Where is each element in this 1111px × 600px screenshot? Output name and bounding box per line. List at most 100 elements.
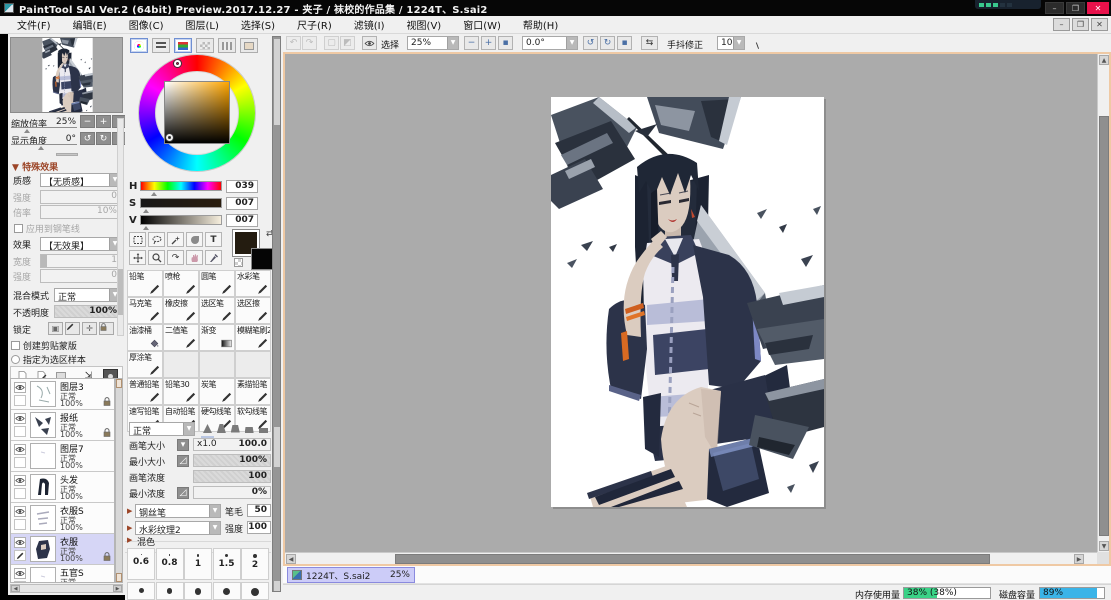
min-size-link-button[interactable]: ◿ <box>177 455 189 467</box>
deselect-button[interactable]: ▢ <box>324 36 339 50</box>
canvas-viewport[interactable] <box>285 54 1097 552</box>
h-slider[interactable] <box>140 181 222 191</box>
layer-visibility-toggle[interactable] <box>14 413 26 424</box>
size-preset[interactable] <box>127 582 155 600</box>
layer-row[interactable]: 五官S正常100% <box>11 565 114 582</box>
size-preset[interactable] <box>155 582 184 600</box>
menu-item[interactable]: 选择(S) <box>230 15 286 34</box>
layer-list-hscrollbar[interactable]: ◀ ▶ <box>10 584 123 593</box>
color-wheel-tab[interactable] <box>130 38 148 53</box>
brush-item[interactable]: 橡皮擦 <box>163 297 199 324</box>
brush-item[interactable]: 选区擦 <box>235 297 271 324</box>
layer-edit-indicator[interactable] <box>14 550 26 561</box>
nav-rotate-ccw-button[interactable]: ↺ <box>80 132 95 145</box>
brush-item[interactable]: 铅笔30 <box>163 378 199 405</box>
brush-item[interactable]: 水彩笔 <box>235 270 271 297</box>
scroll-down-button[interactable]: ▼ <box>1099 541 1109 551</box>
hand-tool[interactable] <box>186 250 203 265</box>
scroll-right-button[interactable]: ▶ <box>1074 554 1084 564</box>
effect-dropdown[interactable]: 【无效果】 ▼ <box>40 237 121 252</box>
scroll-up-button[interactable] <box>116 379 122 388</box>
layer-row[interactable]: 报纸 正常 100% <box>11 410 114 441</box>
size-preset[interactable]: 0.6 <box>127 548 155 580</box>
menu-item[interactable]: 图像(C) <box>118 15 175 34</box>
min-density-slider[interactable]: 0% <box>193 486 271 499</box>
canvas-vscrollbar[interactable]: ▲ ▼ <box>1097 54 1109 552</box>
brush-item[interactable]: 油漆桶 <box>127 324 163 351</box>
lock-move-button[interactable]: ✛ <box>82 322 97 335</box>
nav-angle-slider[interactable] <box>38 146 44 150</box>
layer-visibility-toggle[interactable] <box>14 382 26 393</box>
layer-visibility-toggle[interactable] <box>14 506 26 517</box>
brush-item[interactable]: 铅笔 <box>127 270 163 297</box>
brush-tip-dropdown[interactable]: 钢丝笔 ▼ <box>135 504 221 519</box>
opacity-slider[interactable]: 100% <box>54 305 121 318</box>
hue-marker[interactable] <box>174 60 181 67</box>
menu-item[interactable]: 滤镜(I) <box>343 15 396 34</box>
menu-item[interactable]: 视图(V) <box>396 15 453 34</box>
tip-param-value[interactable]: 50 <box>247 504 271 517</box>
view-rotate-cw-button[interactable]: ↻ <box>600 36 615 50</box>
transparent-color-swatch[interactable] <box>234 258 243 267</box>
doc-close-button[interactable]: ✕ <box>1091 18 1108 31</box>
mid-panel-scrollbar[interactable] <box>272 36 281 592</box>
size-preset[interactable]: 0.8 <box>155 548 184 580</box>
size-preset[interactable] <box>241 582 269 600</box>
view-angle-dropdown[interactable]: 0.0° ▼ <box>522 36 578 50</box>
s-slider[interactable] <box>140 198 222 208</box>
view-zoom-in-button[interactable]: + <box>481 36 496 50</box>
layer-edit-indicator[interactable] <box>14 488 26 499</box>
size-preset[interactable]: 1 <box>184 548 212 580</box>
min-density-link-button[interactable]: ◿ <box>177 487 189 499</box>
undo-button[interactable]: ↶ <box>286 36 301 50</box>
nav-zoom-slider[interactable] <box>24 129 30 133</box>
shape-tool[interactable] <box>186 232 203 247</box>
layer-row[interactable]: 头发 正常 100% <box>11 472 114 503</box>
panel-splitter[interactable] <box>56 153 78 156</box>
brush-item[interactable]: 选区笔 <box>199 297 235 324</box>
size-preset[interactable]: 1.5 <box>212 548 241 580</box>
color-bars-tab[interactable] <box>152 38 170 53</box>
layer-edit-indicator[interactable] <box>14 457 26 468</box>
zoom-tool[interactable] <box>148 250 165 265</box>
blend-mode-dropdown[interactable]: 正常 ▼ <box>54 288 121 303</box>
view-zoom-out-button[interactable]: − <box>464 36 479 50</box>
brush-item[interactable]: 模糊笔刷2 <box>235 324 271 351</box>
brush-size-slider[interactable]: x1.0 100.0 <box>193 438 271 451</box>
layer-visibility-toggle[interactable] <box>14 568 26 579</box>
close-button[interactable]: ✕ <box>1087 2 1109 14</box>
brush-item[interactable]: 二值笔 <box>163 324 199 351</box>
layer-visibility-toggle[interactable] <box>14 475 26 486</box>
layer-edit-indicator[interactable] <box>14 426 26 437</box>
brush-item[interactable]: 渐变 <box>199 324 235 351</box>
doc-minimize-button[interactable]: – <box>1053 18 1070 31</box>
navigator-preview[interactable] <box>10 37 123 113</box>
texture-dropdown[interactable]: 【无质感】 ▼ <box>40 173 121 188</box>
move-tool[interactable] <box>129 250 146 265</box>
brush-size-unit-button[interactable]: ▾ <box>177 439 189 451</box>
title-bar[interactable]: PaintTool SAI Ver.2 (64bit) Preview.2017… <box>0 0 1111 16</box>
layer-edit-indicator[interactable] <box>14 395 26 406</box>
layer-list-scrollbar[interactable] <box>115 378 123 583</box>
lasso-tool[interactable] <box>148 232 165 247</box>
document-tab[interactable]: 1224T、S.sai2 25% <box>287 567 415 583</box>
layer-edit-indicator[interactable] <box>14 519 26 530</box>
brush-item[interactable]: 厚涂笔 <box>127 351 163 378</box>
menu-item[interactable]: 窗口(W) <box>452 15 512 34</box>
menu-item[interactable]: 编辑(E) <box>62 15 118 34</box>
effects-section-header[interactable]: ▼ 特殊效果 <box>12 160 58 173</box>
swatches-tab[interactable] <box>218 38 236 53</box>
invert-selection-button[interactable]: ◩ <box>340 36 355 50</box>
layer-visibility-toggle[interactable] <box>14 537 26 548</box>
text-tool[interactable]: T <box>205 232 222 247</box>
menu-item[interactable]: 帮助(H) <box>512 15 569 34</box>
menu-item[interactable]: 图层(L) <box>174 15 229 34</box>
rgb-sliders-tab[interactable] <box>174 38 192 53</box>
nav-zoom-in-button[interactable]: + <box>96 115 111 128</box>
layer-row[interactable]: 衣服S 正常 100% <box>11 503 114 534</box>
menu-item[interactable]: 尺子(R) <box>286 15 343 34</box>
layer-row[interactable]: 衣服 正常 100% <box>11 534 114 565</box>
brush-item[interactable]: 喷枪 <box>163 270 199 297</box>
selection-visibility-button[interactable] <box>362 36 377 50</box>
left-panel-scrollbar[interactable] <box>117 118 124 336</box>
